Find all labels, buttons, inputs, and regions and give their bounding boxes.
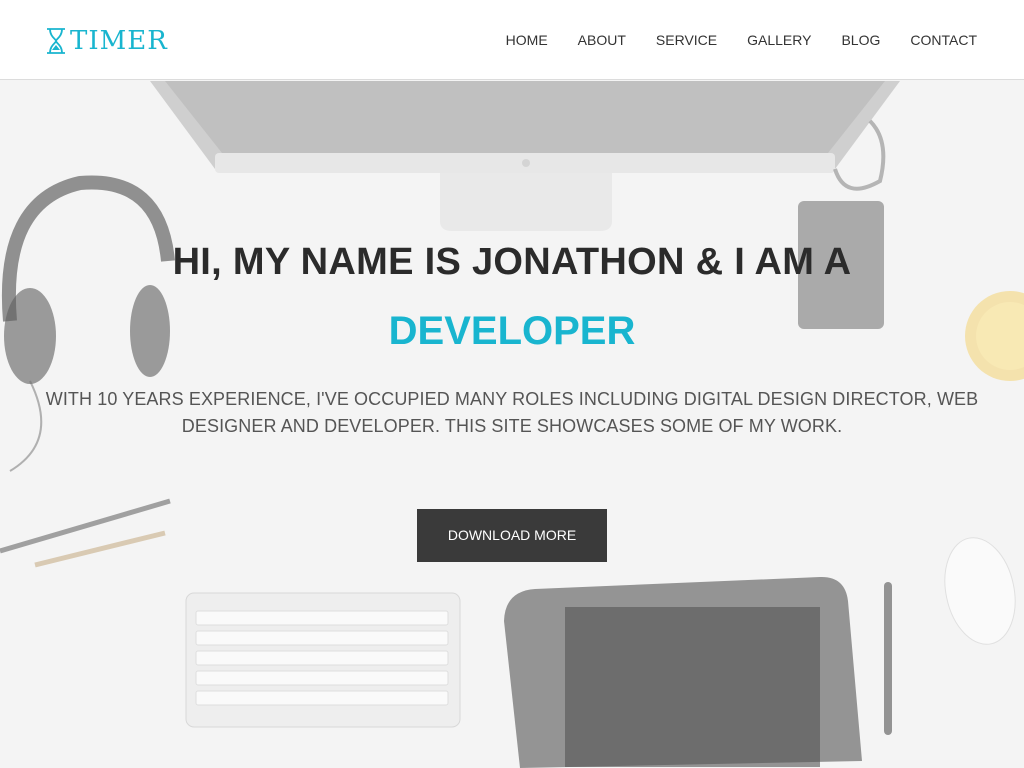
nav-service[interactable]: SERVICE — [656, 31, 717, 49]
site-header: TIMER HOME ABOUT SERVICE GALLERY BLOG CO… — [0, 0, 1024, 80]
hero-role: DEVELOPER — [388, 309, 636, 353]
download-more-button[interactable]: DOWNLOAD MORE — [417, 509, 607, 562]
logo-text: TIMER — [70, 26, 168, 56]
hourglass-icon — [47, 28, 65, 54]
hero-headline: HI, MY NAME IS JONATHON & I AM A — [172, 241, 852, 283]
nav-contact[interactable]: CONTACT — [910, 31, 977, 49]
hero-tagline: WITH 10 YEARS EXPERIENCE, I'VE OCCUPIED … — [45, 389, 979, 436]
nav-blog[interactable]: BLOG — [841, 31, 880, 49]
nav-home[interactable]: HOME — [506, 31, 548, 49]
nav-gallery[interactable]: GALLERY — [747, 31, 811, 49]
nav-about[interactable]: ABOUT — [578, 31, 626, 49]
logo[interactable]: TIMER — [46, 26, 168, 56]
main-nav: HOME ABOUT SERVICE GALLERY BLOG CONTACT — [506, 31, 977, 49]
